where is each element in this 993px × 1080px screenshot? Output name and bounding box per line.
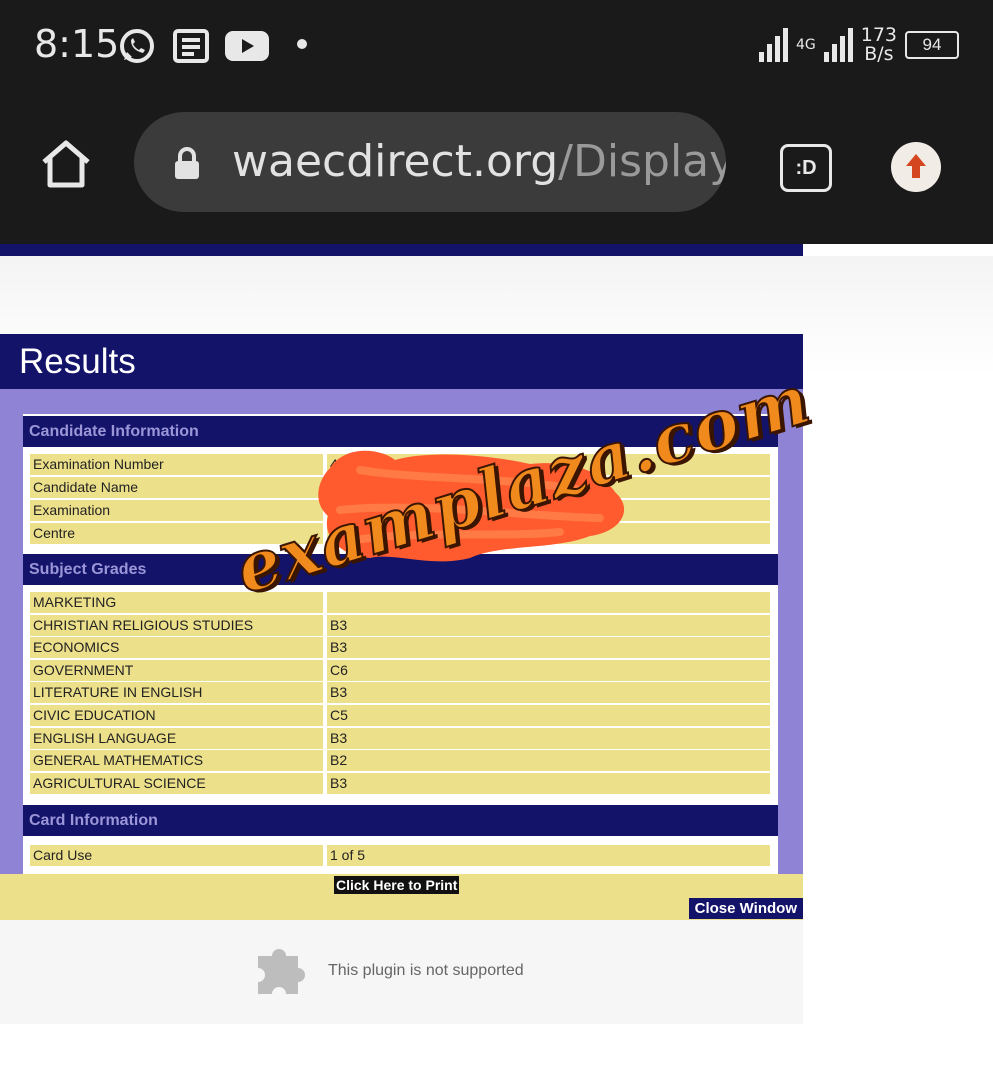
- address-bar[interactable]: waecdirect.org/DisplayR: [134, 112, 726, 212]
- battery-icon: 94: [905, 31, 959, 59]
- network-type: 4G: [795, 36, 816, 53]
- page-top-strip: [0, 244, 803, 256]
- subject-grade-label: LITERATURE IN ENGLISH: [30, 682, 323, 704]
- card-info-label: Card Use: [30, 845, 323, 866]
- signal-icon-2: [823, 28, 853, 62]
- subject-grade-row: GENERAL MATHEMATICS B2: [30, 750, 770, 772]
- youtube-icon: [225, 31, 269, 61]
- page-title: Results: [0, 334, 803, 389]
- subject-grade-row: ECONOMICS B3: [30, 637, 770, 659]
- subject-grade-value: [327, 592, 770, 613]
- subject-grade-value: B2: [327, 750, 770, 772]
- candidate-info-label: Examination Number: [30, 454, 323, 475]
- subject-grade-row: GOVERNMENT C6: [30, 659, 770, 681]
- tab-switcher-icon[interactable]: :D: [780, 144, 832, 192]
- dot-icon: [297, 39, 307, 49]
- subject-grade-value: B3: [327, 772, 770, 794]
- subject-grade-label: AGRICULTURAL SCIENCE: [30, 772, 323, 794]
- subject-grade-row: MARKETING: [30, 592, 770, 613]
- subject-grade-label: GOVERNMENT: [30, 659, 323, 681]
- candidate-info-label: Candidate Name: [30, 477, 323, 498]
- url-text: waecdirect.org/DisplayR: [232, 136, 726, 187]
- subject-grade-value: B3: [327, 637, 770, 659]
- update-arrow-icon: [906, 154, 926, 178]
- card-info-header: Card Information: [23, 805, 778, 836]
- subject-grade-value: B3: [327, 614, 770, 636]
- subject-grade-value: B3: [327, 727, 770, 749]
- news-icon: [173, 29, 209, 63]
- subject-grade-row: LITERATURE IN ENGLISH B3: [30, 682, 770, 704]
- status-right: 4G 173 B/s 94: [758, 22, 959, 68]
- whatsapp-icon: [120, 29, 154, 63]
- subject-grade-label: CIVIC EDUCATION: [30, 705, 323, 726]
- subject-grade-label: ENGLISH LANGUAGE: [30, 727, 323, 749]
- browser-toolbar: waecdirect.org/DisplayR :D: [0, 92, 993, 244]
- subject-grade-value: C6: [327, 659, 770, 681]
- print-button[interactable]: Click Here to Print: [334, 876, 460, 894]
- network-speed: 173 B/s: [860, 24, 897, 65]
- plugin-placeholder: This plugin is not supported: [0, 920, 803, 1024]
- signal-icon: [758, 28, 788, 62]
- card-info-row: Card Use 1 of 5: [30, 845, 770, 866]
- subject-grade-label: GENERAL MATHEMATICS: [30, 750, 323, 772]
- subject-grade-row: CHRISTIAN RELIGIOUS STUDIES B3: [30, 614, 770, 636]
- print-bar: Click Here to Print Close Window: [0, 874, 803, 920]
- subject-grade-value: B3: [327, 682, 770, 704]
- close-window-button[interactable]: Close Window: [688, 898, 803, 919]
- lock-icon: [175, 147, 199, 179]
- subject-grade-row: ENGLISH LANGUAGE B3: [30, 727, 770, 749]
- card-info-value: 1 of 5: [327, 845, 770, 866]
- puzzle-icon: [258, 949, 305, 994]
- status-bar: 8:15 4G 173 B/s 94: [0, 0, 993, 92]
- home-icon[interactable]: [40, 138, 92, 190]
- subject-grade-row: AGRICULTURAL SCIENCE B3: [30, 772, 770, 794]
- subject-grade-label: ECONOMICS: [30, 637, 323, 659]
- plugin-message: This plugin is not supported: [328, 962, 524, 979]
- subject-grade-row: CIVIC EDUCATION C5: [30, 705, 770, 726]
- subject-grade-value: C5: [327, 705, 770, 726]
- subject-grade-label: CHRISTIAN RELIGIOUS STUDIES: [30, 614, 323, 636]
- update-icon[interactable]: [891, 142, 941, 192]
- status-time: 8:15: [34, 22, 120, 66]
